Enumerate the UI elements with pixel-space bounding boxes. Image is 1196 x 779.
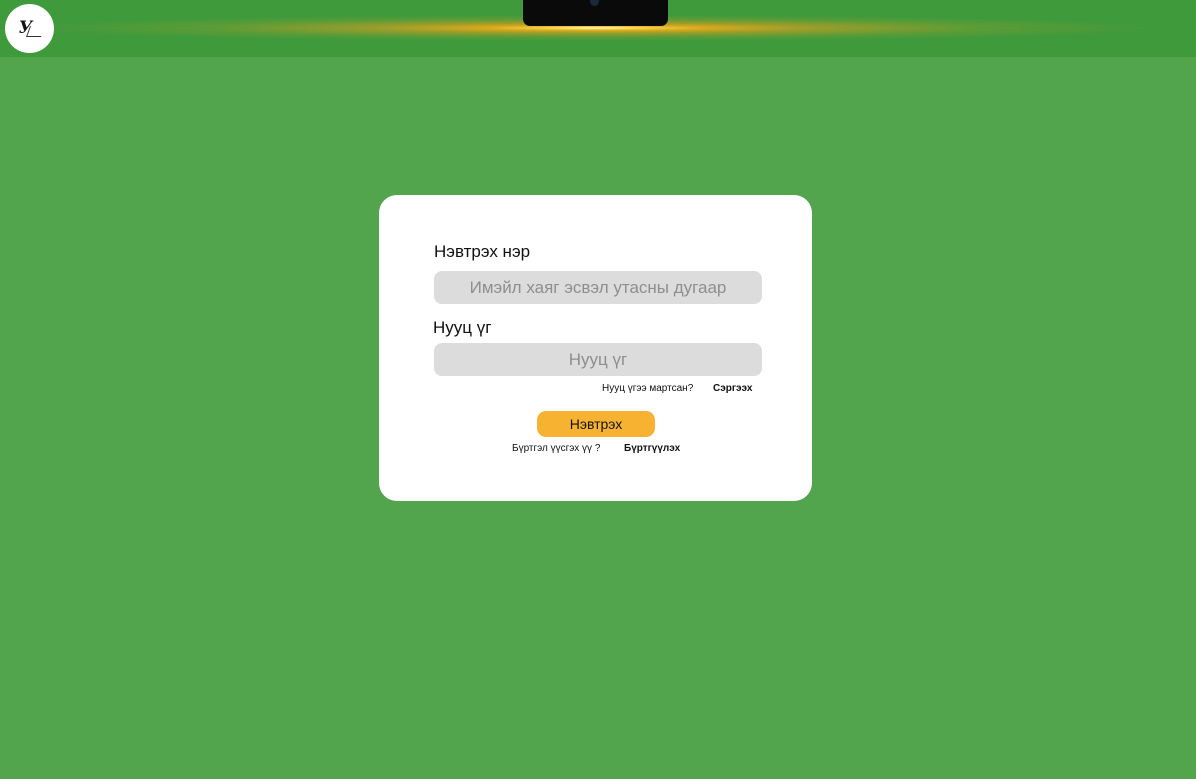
forgot-password-text: Нууц үгээ мартсан? [602, 383, 694, 394]
top-bar: У [0, 0, 1196, 57]
brand-logo-icon[interactable]: У [5, 4, 54, 53]
username-label: Нэвтрэх нэр [434, 242, 531, 261]
password-input[interactable] [434, 343, 762, 376]
password-label: Нууц үг [433, 318, 492, 337]
logo-flourish [25, 26, 46, 37]
restore-password-link[interactable]: Сэргээх [713, 383, 753, 394]
signup-question-text: Бүртгэл үүсгэх үү ? [512, 443, 601, 454]
username-input[interactable] [434, 271, 762, 304]
signup-link[interactable]: Бүртгүүлэх [624, 443, 680, 454]
login-button[interactable]: Нэвтрэх [537, 411, 655, 437]
login-card: Нэвтрэх нэр Нууц үг Нууц үгээ мартсан? С… [379, 195, 812, 501]
